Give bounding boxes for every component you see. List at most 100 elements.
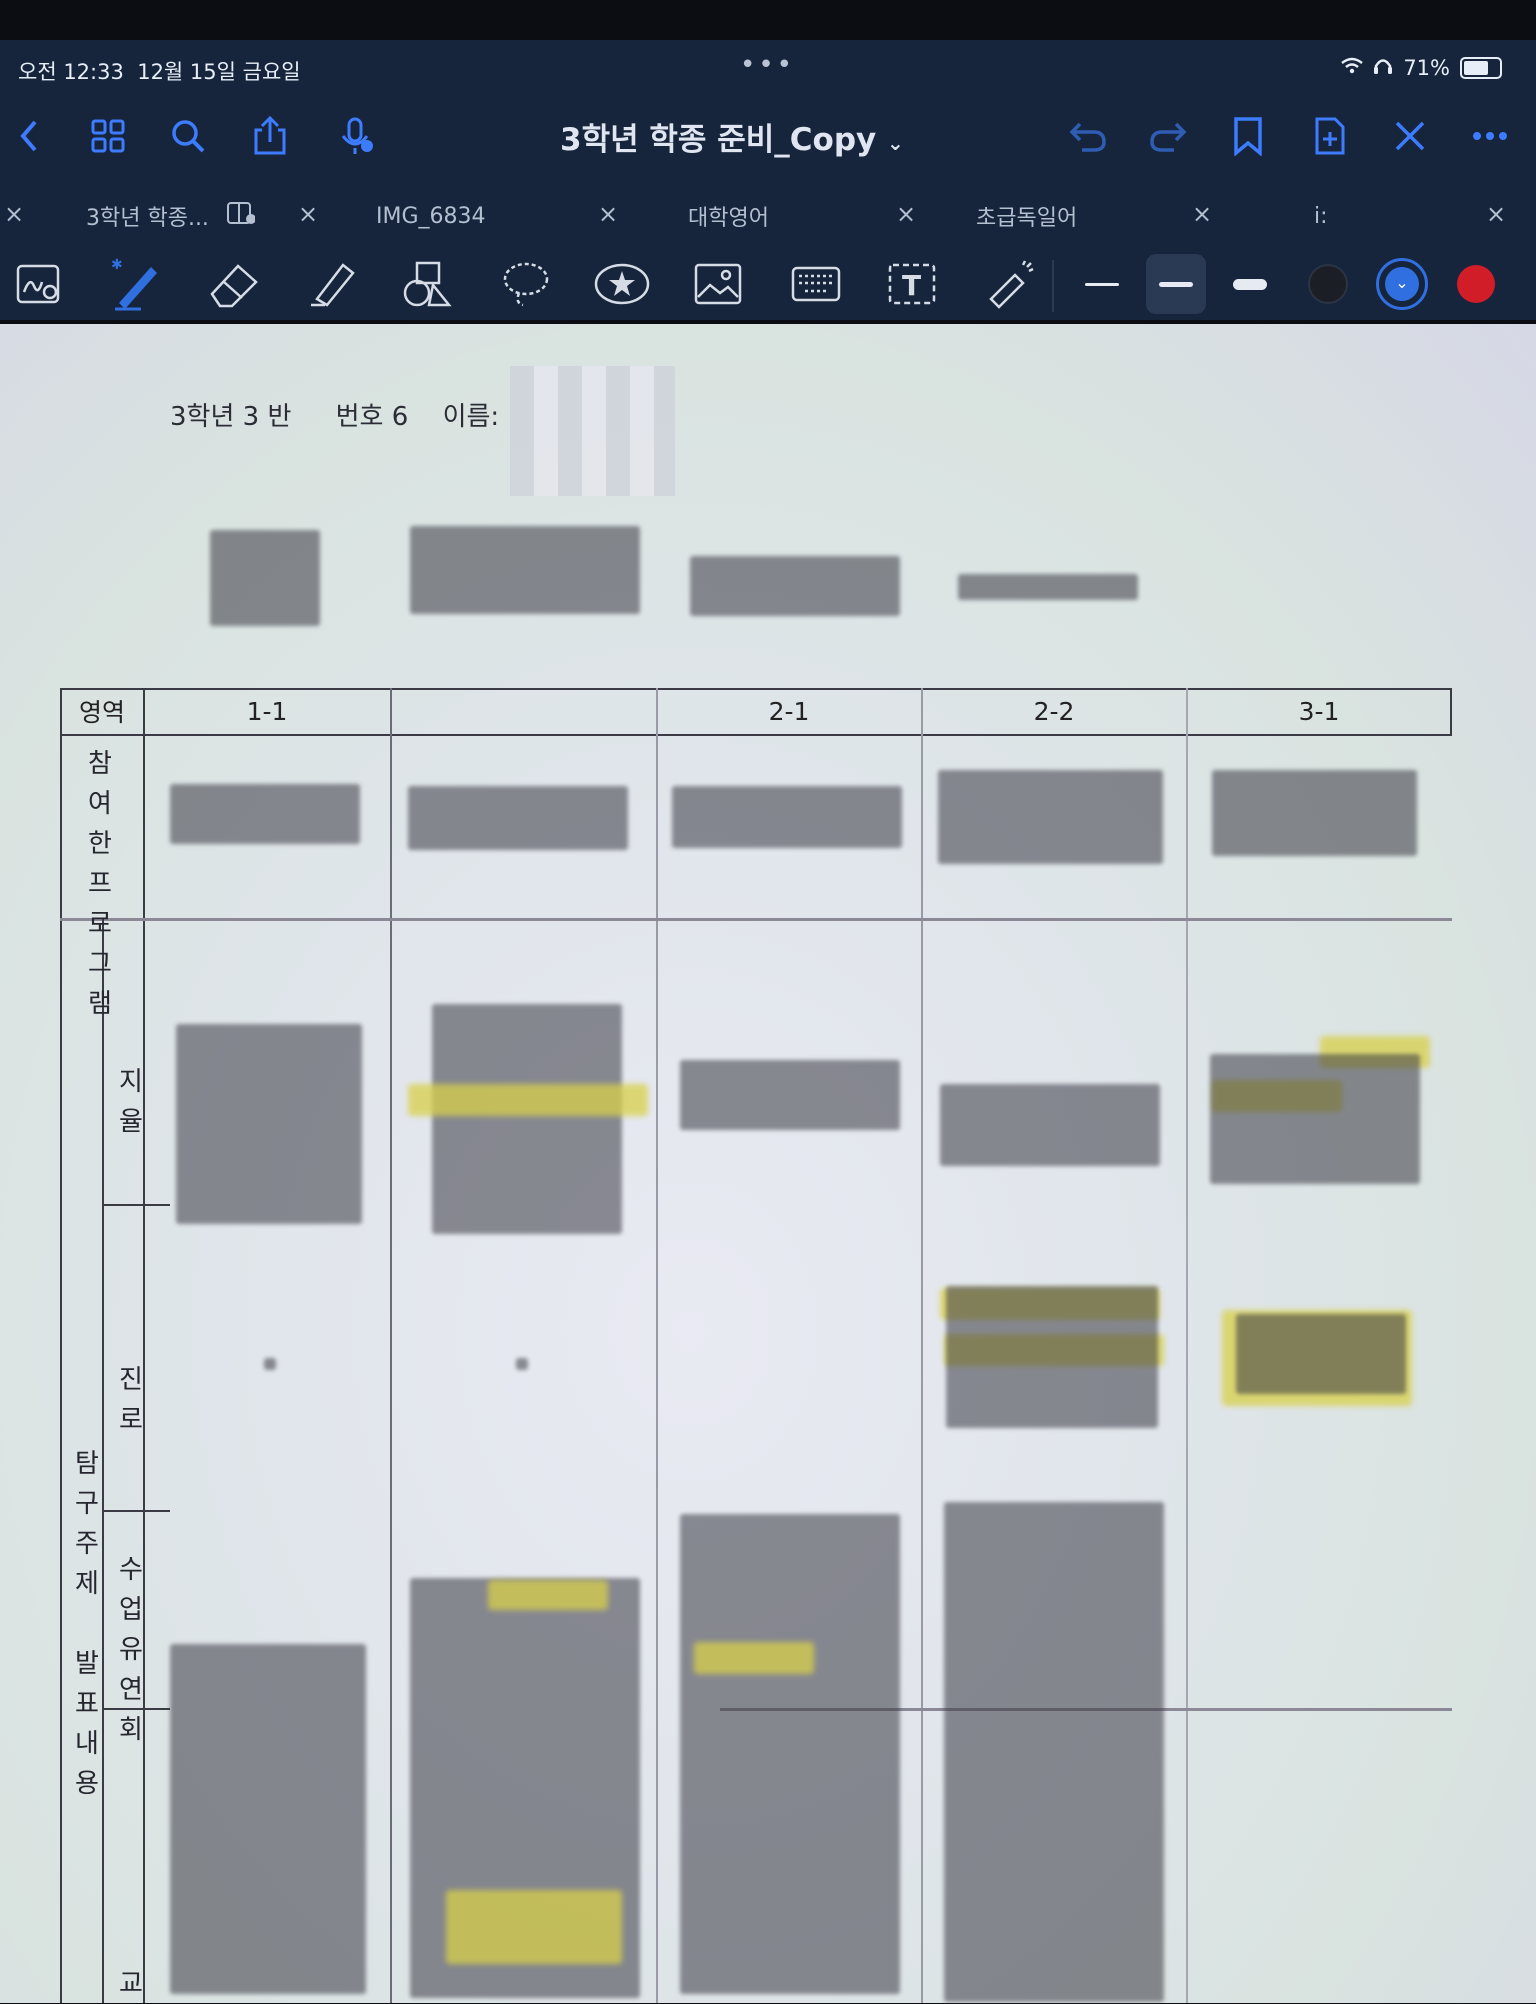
- tab-beginner-german[interactable]: 초급독일어: [976, 188, 1077, 244]
- zoom-write-icon[interactable]: [10, 254, 70, 314]
- wifi-icon: [1341, 56, 1364, 80]
- label-char: 회: [119, 1715, 143, 1745]
- label-char: 한: [88, 829, 112, 859]
- redacted-cell: [176, 1024, 362, 1224]
- status-bar: 오전 12:33 12월 15일 금요일 ••• 71%: [0, 48, 1536, 88]
- status-right: 71%: [1341, 56, 1502, 80]
- undo-icon[interactable]: [1062, 110, 1114, 162]
- label-char: 제: [75, 1569, 99, 1599]
- label-char: 연: [119, 1675, 143, 1705]
- microphone-off-icon[interactable]: [330, 110, 382, 162]
- chevron-down-icon: ⌄: [1385, 267, 1419, 301]
- close-icon[interactable]: ×: [896, 200, 916, 228]
- highlight-mark: [446, 1890, 622, 1964]
- close-icon[interactable]: ×: [598, 200, 618, 228]
- redacted-cell: [170, 784, 360, 844]
- label-autonomy: 지 율: [114, 1062, 148, 1142]
- label-char: 내: [75, 1729, 99, 1759]
- table-outer-left: [60, 688, 62, 2003]
- eraser-icon[interactable]: [204, 254, 264, 314]
- header-3-1: 3-1: [1298, 696, 1340, 726]
- stroke-medium-icon[interactable]: [1146, 254, 1206, 314]
- bookmark-icon[interactable]: [1222, 110, 1274, 162]
- split-view-icon[interactable]: [226, 202, 256, 230]
- share-icon[interactable]: [244, 110, 296, 162]
- redacted-cell: [938, 770, 1163, 864]
- row-line-program: [60, 918, 1452, 921]
- stroke-thick-icon[interactable]: [1220, 254, 1280, 314]
- thumbnails-grid-icon[interactable]: [82, 110, 134, 162]
- tab-label: 대학영어: [688, 206, 769, 231]
- row-line-autonomy: [102, 1204, 170, 1206]
- label-char: 그램: [88, 949, 112, 1019]
- status-time: 오전 12:33 12월 15일 금요일: [18, 56, 301, 86]
- redacted-cell: [1210, 1054, 1420, 1184]
- text-box-icon[interactable]: T: [882, 254, 942, 314]
- multitask-dots[interactable]: •••: [740, 50, 795, 80]
- search-icon[interactable]: [162, 110, 214, 162]
- document-title[interactable]: 3학년 학종 준비_Copy ⌄: [560, 114, 904, 159]
- col-line-1: [143, 688, 145, 2003]
- document-page[interactable]: 3학년 3 반 번호 6 이름: 영역 1-1 2-1 2-2 3-1 참여 한…: [0, 324, 1536, 2003]
- tab-college-english[interactable]: 대학영어: [688, 188, 769, 244]
- col-line-5: [1186, 688, 1188, 2003]
- redacted-name: [510, 366, 675, 496]
- goodnotes-app: 오전 12:33 12월 15일 금요일 ••• 71% 3학년 학종 준비_C…: [0, 40, 1536, 2003]
- elements-sticker-icon[interactable]: [592, 254, 652, 314]
- stroke-thin-icon[interactable]: [1072, 254, 1132, 314]
- highlighter-icon[interactable]: [302, 254, 362, 314]
- label-char: 주: [75, 1529, 99, 1559]
- label-char: 용: [75, 1769, 99, 1799]
- name-label: 이름:: [442, 402, 500, 432]
- keyboard-icon[interactable]: [786, 254, 846, 314]
- tab-other[interactable]: i:: [1314, 188, 1328, 244]
- tab-label: 3학년 학종...: [86, 206, 209, 231]
- laser-pointer-icon[interactable]: [980, 254, 1040, 314]
- label-char: [72, 1604, 102, 1644]
- color-black-swatch[interactable]: [1298, 254, 1358, 314]
- redacted-cell: [680, 1514, 900, 1994]
- redacted-cell: [432, 1004, 622, 1234]
- add-page-icon[interactable]: [1304, 110, 1356, 162]
- close-icon[interactable]: ×: [1192, 200, 1212, 228]
- close-icon[interactable]: ×: [1486, 200, 1506, 228]
- close-icon[interactable]: ×: [298, 200, 318, 228]
- lasso-icon[interactable]: [496, 254, 556, 314]
- close-icon[interactable]: ×: [4, 200, 24, 228]
- label-inquiry: 탐 구 주 제 발 표 내 용: [72, 1444, 102, 1804]
- document-title-text: 3학년 학종 준비_Copy: [560, 122, 877, 158]
- highlight-mark: [408, 1084, 648, 1116]
- pen-icon[interactable]: ✱: [106, 254, 166, 314]
- subcol-line: [102, 918, 104, 2003]
- label-char: 프로: [88, 869, 112, 939]
- more-icon[interactable]: [1464, 110, 1516, 162]
- col-line-3: [656, 688, 658, 2003]
- redacted-cell: [408, 786, 628, 850]
- color-blue-swatch[interactable]: ⌄: [1372, 254, 1432, 314]
- battery-icon: [1460, 57, 1502, 79]
- col-line-4: [921, 688, 923, 2003]
- redacted-cell: [410, 526, 640, 614]
- shapes-icon[interactable]: [398, 254, 458, 314]
- label-char: 유: [119, 1635, 143, 1665]
- label-class-showcase: 수 업 유 연 회: [114, 1550, 148, 1750]
- redacted-dot: [516, 1358, 528, 1370]
- redacted-dot: [264, 1358, 276, 1370]
- redacted-cell: [210, 530, 320, 626]
- tab-img6834[interactable]: IMG_6834: [376, 188, 486, 244]
- collapse-toolbar-icon[interactable]: [1384, 110, 1436, 162]
- row-line-career: [102, 1510, 170, 1512]
- redacted-cell: [940, 1084, 1160, 1166]
- label-char: 진: [119, 1365, 143, 1395]
- chevron-down-icon: ⌄: [887, 131, 904, 155]
- tab-3grade[interactable]: 3학년 학종...: [86, 188, 256, 244]
- back-icon[interactable]: [4, 110, 56, 162]
- label-char: 율: [119, 1107, 143, 1137]
- color-red-swatch[interactable]: [1446, 254, 1506, 314]
- redacted-cell: [170, 1644, 366, 1994]
- label-char: 로: [119, 1405, 143, 1435]
- redo-icon[interactable]: [1142, 110, 1194, 162]
- image-icon[interactable]: [688, 254, 748, 314]
- date: 12월 15일 금요일: [137, 60, 301, 84]
- table-right-border: [1450, 688, 1452, 736]
